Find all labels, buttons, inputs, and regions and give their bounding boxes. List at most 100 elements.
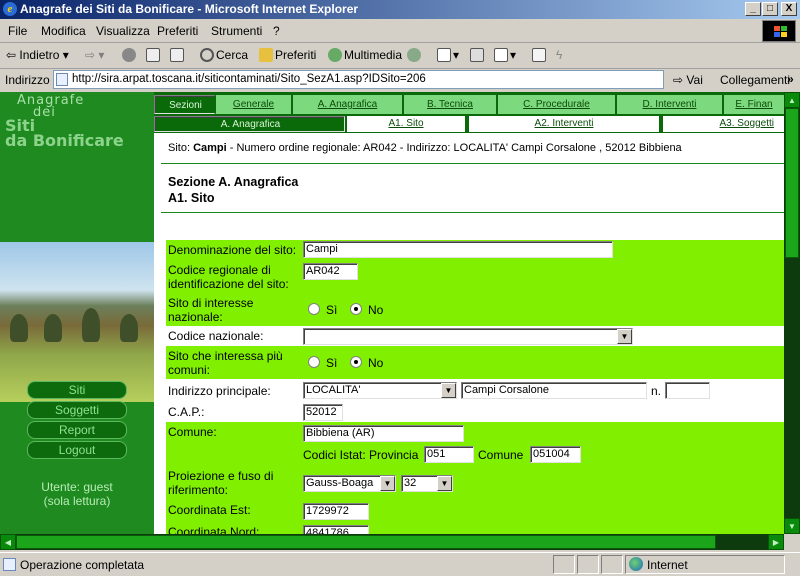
- scroll-left-icon[interactable]: ◀: [0, 534, 16, 550]
- horizontal-scroll-thumb[interactable]: [16, 535, 716, 549]
- refresh-icon: [146, 48, 160, 62]
- chevron-down-icon: ▼: [617, 329, 632, 344]
- cap-label: C.A.P.:: [168, 405, 205, 419]
- indirizzo-tipo-select[interactable]: LOCALITA' ▼: [303, 382, 457, 399]
- denominazione-input[interactable]: Campi: [303, 241, 613, 258]
- subtab-interventi[interactable]: A2. Interventi: [469, 116, 659, 132]
- go-button[interactable]: ⇨ Vai: [673, 73, 703, 87]
- stop-button[interactable]: [122, 48, 138, 62]
- refresh-button[interactable]: [146, 48, 162, 62]
- messenger-icon: ϟ: [556, 48, 563, 62]
- codice-regionale-input[interactable]: AR042: [303, 263, 358, 280]
- chevron-down-icon: ▼: [441, 383, 456, 398]
- home-button[interactable]: [170, 48, 186, 62]
- discuss-button[interactable]: [532, 48, 548, 62]
- menu-strumenti[interactable]: Strumenti: [211, 24, 262, 38]
- address-url: http://sira.arpat.toscana.it/siticontami…: [72, 73, 426, 85]
- messenger-button[interactable]: ϟ: [556, 48, 562, 62]
- multimedia-button[interactable]: Multimedia: [328, 48, 402, 62]
- menu-preferiti[interactable]: Preferiti: [157, 24, 198, 38]
- sidebar-button-report[interactable]: Report: [27, 421, 127, 439]
- windows-logo-icon: [762, 20, 796, 42]
- edit-button[interactable]: ▾: [494, 48, 516, 62]
- tab-interventi[interactable]: D. Interventi: [617, 95, 724, 114]
- mail-button[interactable]: ▾: [437, 48, 459, 62]
- sidebar-button-soggetti[interactable]: Soggetti: [27, 401, 127, 419]
- back-button[interactable]: ⇦ Indietro ▾: [6, 48, 69, 62]
- fuso-select[interactable]: 32 ▼: [401, 475, 453, 492]
- horizontal-scrollbar[interactable]: ◀ ▶: [0, 534, 784, 550]
- piu-comuni-no-radio[interactable]: [350, 356, 362, 368]
- indirizzo-via-input[interactable]: Campi Corsalone: [461, 382, 647, 399]
- comune-label: Comune:: [168, 425, 217, 439]
- print-button[interactable]: [470, 48, 486, 62]
- coordinata-est-input[interactable]: 1729972: [303, 503, 369, 520]
- internet-globe-icon: [629, 557, 643, 571]
- tab-procedurale[interactable]: C. Procedurale: [498, 95, 617, 114]
- print-icon: [470, 48, 484, 62]
- go-arrow-icon: ⇨: [673, 73, 684, 87]
- istat-provincia-input[interactable]: 051: [424, 446, 474, 463]
- cap-input[interactable]: 52012: [303, 404, 343, 421]
- tab-finanziaria[interactable]: E. Finan: [724, 95, 784, 114]
- status-text: Operazione completata: [20, 558, 145, 572]
- multimedia-icon: [328, 48, 342, 62]
- title-bar: e Anagrafe dei Siti da Bonificare - Micr…: [0, 0, 800, 19]
- back-arrow-icon: ⇦: [6, 48, 17, 62]
- main-content: Sito: Campi - Numero ordine regionale: A…: [161, 133, 784, 534]
- comune-input[interactable]: Bibbiena (AR): [303, 425, 464, 442]
- history-icon: [407, 48, 421, 62]
- form-row-cap: C.A.P.: 52012: [166, 401, 784, 422]
- sub-tabs: A. Anagrafica A1. Sito A2. Interventi A3…: [154, 115, 784, 133]
- istat-comune-input[interactable]: 051004: [530, 446, 581, 463]
- minimize-button[interactable]: _: [745, 2, 761, 16]
- subtab-sito[interactable]: A1. Sito: [347, 116, 465, 132]
- radio-label: Sì: [326, 356, 338, 370]
- menu-visualizza[interactable]: Visualizza: [96, 24, 150, 38]
- sidebar-button-siti[interactable]: Siti: [27, 381, 127, 399]
- form-row-denominazione: Denominazione del sito: Campi: [166, 240, 784, 260]
- sidebar-button-logout[interactable]: Logout: [27, 441, 127, 459]
- radio-label: No: [368, 303, 384, 317]
- scroll-right-icon[interactable]: ▶: [768, 534, 784, 550]
- site-summary: Sito: Campi - Numero ordine regionale: A…: [168, 142, 682, 154]
- status-pane: [553, 555, 575, 574]
- forward-button[interactable]: ⇨ ▾: [85, 48, 104, 62]
- links-more-chevron-icon[interactable]: »: [787, 72, 794, 86]
- menu-file[interactable]: File: [8, 24, 27, 38]
- close-button[interactable]: X: [781, 2, 797, 16]
- coordinata-nord-label: Coordinata Nord:: [168, 525, 260, 534]
- tab-tecnica[interactable]: B. Tecnica: [404, 95, 498, 114]
- history-button[interactable]: [407, 48, 423, 62]
- ie-icon: e: [3, 2, 17, 16]
- scroll-up-icon[interactable]: ▲: [784, 92, 800, 108]
- numero-input[interactable]: [665, 382, 710, 399]
- interesse-nazionale-si-radio[interactable]: [308, 303, 320, 315]
- interesse-nazionale-no-radio[interactable]: [350, 303, 362, 315]
- scroll-down-icon[interactable]: ▼: [784, 518, 800, 534]
- status-pane: [601, 555, 623, 574]
- vertical-scrollbar[interactable]: ▲ ▼: [784, 92, 800, 534]
- links-button[interactable]: Collegamenti: [720, 73, 790, 87]
- coordinata-nord-input[interactable]: 4841786: [303, 525, 369, 534]
- menu-modifica[interactable]: Modifica: [41, 24, 86, 38]
- search-button[interactable]: Cerca: [200, 48, 248, 62]
- tab-anagrafica[interactable]: A. Anagrafica: [293, 95, 404, 114]
- menu-help[interactable]: ?: [273, 24, 280, 38]
- divider: [161, 212, 784, 213]
- piu-comuni-label: Sito che interessa più comuni:: [168, 349, 283, 377]
- address-bar: Indirizzo http://sira.arpat.toscana.it/s…: [0, 69, 800, 91]
- piu-comuni-si-radio[interactable]: [308, 356, 320, 368]
- numero-label: n.: [651, 384, 662, 398]
- maximize-button[interactable]: □: [762, 2, 778, 16]
- subtab-soggetti[interactable]: A3. Soggetti: [663, 116, 784, 132]
- proiezione-select[interactable]: Gauss-Boaga ▼: [303, 475, 396, 492]
- edit-icon: [494, 48, 508, 62]
- tab-generale[interactable]: Generale: [216, 95, 293, 114]
- page-viewport: Anagrafe dei Siti da Bonificare Siti Sog…: [0, 92, 784, 534]
- address-input[interactable]: http://sira.arpat.toscana.it/siticontami…: [53, 70, 664, 89]
- vertical-scroll-thumb[interactable]: [785, 108, 799, 258]
- codice-nazionale-select[interactable]: ▼: [303, 328, 633, 345]
- scroll-corner: [784, 534, 800, 550]
- favorites-button[interactable]: Preferiti: [259, 48, 316, 62]
